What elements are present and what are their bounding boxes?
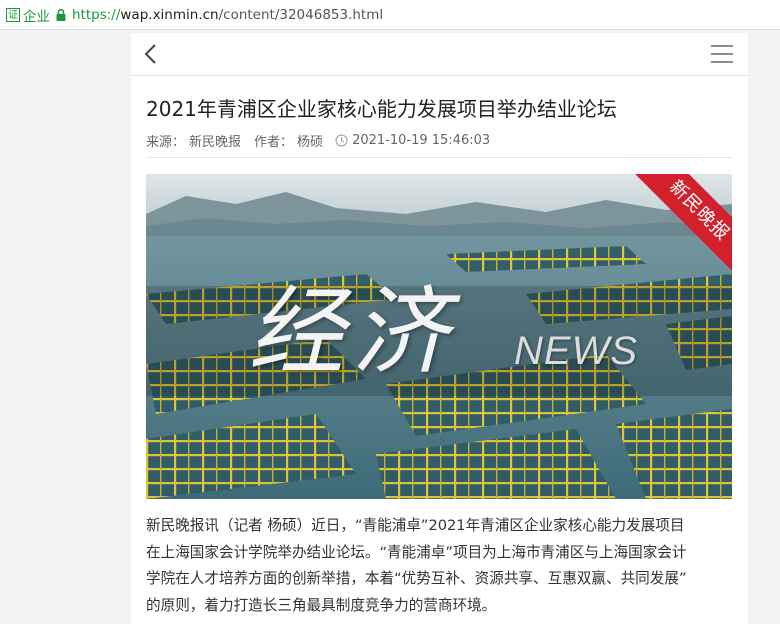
author-value: 杨硕: [297, 135, 324, 150]
clock-icon: [335, 134, 348, 147]
certificate-label: 企业: [23, 8, 50, 25]
source-label: 来源：: [146, 135, 186, 150]
body-line: 在上海国家会计学院举办结业论坛。“青能浦卓”项目为上海市青浦区与上海国家会计: [146, 543, 687, 561]
url-path: /content/32046853.html: [218, 6, 384, 23]
divider: [146, 157, 732, 158]
article-body: 新民晚报讯（记者 杨硕）近日，“青能浦卓”2021年青浦区企业家核心能力发展项目…: [146, 513, 736, 619]
url-scheme: https://: [72, 6, 121, 23]
hero-image: 经济 NEWS 新民晚报: [146, 174, 732, 499]
chevron-left-icon[interactable]: [143, 43, 159, 69]
article-page: 2021年青浦区企业家核心能力发展项目举办结业论坛 来源： 新民晚报 作者： 杨…: [131, 33, 748, 624]
lock-icon: [56, 8, 66, 21]
article-title: 2021年青浦区企业家核心能力发展项目举办结业论坛: [146, 97, 617, 121]
body-line: 新民晚报讯（记者 杨硕）近日，“青能浦卓”2021年青浦区企业家核心能力发展项目: [146, 517, 685, 534]
url-text[interactable]: https://wap.xinmin.cn/content/32046853.h…: [72, 7, 383, 23]
author-label: 作者：: [254, 135, 294, 150]
publish-datetime: 2021-10-19 15:46:03: [352, 133, 491, 148]
article-meta: 来源： 新民晚报 作者： 杨硕 2021-10-19 15:46:03: [146, 131, 494, 150]
source-value: 新民晚报: [189, 135, 242, 150]
hero-title-en: NEWS: [514, 329, 638, 373]
body-line: 学院在人才培养方面的创新举措，本着“优势互补、资源共享、互惠双赢、共同发展”: [146, 570, 687, 587]
url-host: wap.xinmin.cn: [120, 6, 219, 23]
certificate-icon: 证: [6, 7, 20, 22]
certificate-indicator[interactable]: 证 企业: [6, 5, 50, 25]
hamburger-menu-icon[interactable]: [711, 44, 733, 68]
body-line: 的原则，着力打造长三角最具制度竞争力的营商环境。: [146, 596, 497, 614]
top-navbar: [131, 33, 748, 76]
address-bar[interactable]: 证 企业 https://wap.xinmin.cn/content/32046…: [0, 0, 780, 30]
hero-title-cn: 经济: [248, 276, 456, 388]
